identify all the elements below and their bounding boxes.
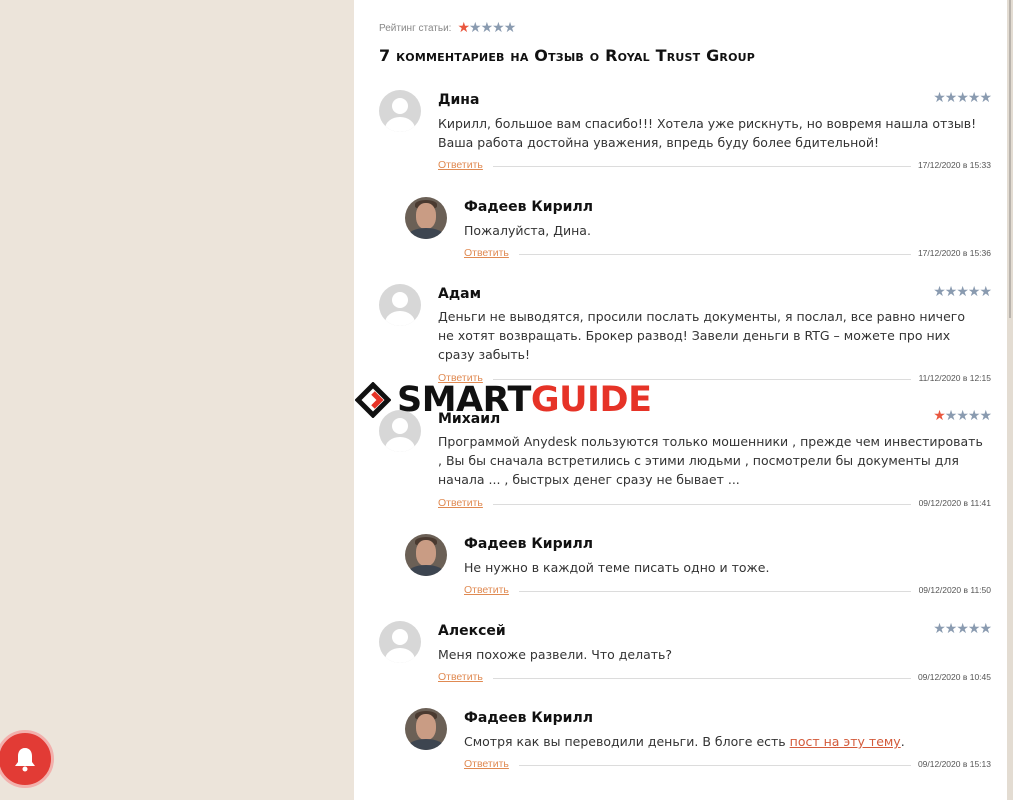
comment-meta: Ответить 17/12/2020 в 15:33 [438, 159, 991, 173]
avatar [379, 284, 421, 326]
comment-text: Деньги не выводятся, просили послать док… [438, 309, 965, 362]
comment-text-after: . [900, 734, 905, 749]
divider [519, 765, 911, 766]
comment-meta: Ответить 09/12/2020 в 10:45 [438, 671, 991, 685]
comment-reply: Фадеев Кирилл Пожалуйста, Дина. Ответить… [405, 197, 991, 262]
comment-text: Меня похоже развели. Что делать? [438, 647, 673, 662]
reply-link[interactable]: Ответить [464, 758, 509, 770]
notification-button[interactable] [0, 730, 54, 788]
comment-author: Адам [438, 286, 482, 302]
comment-text: Пожалуйста, Дина. [464, 223, 591, 238]
comment-date: 17/12/2020 в 15:36 [917, 248, 991, 258]
comment-date: 17/12/2020 в 15:33 [917, 160, 991, 170]
comment-date: 11/12/2020 в 12:15 [918, 373, 991, 383]
comment-stars: ★★★★★ [933, 408, 992, 424]
star-icon[interactable]: ★ [504, 21, 517, 35]
comment-text-before: Смотря как вы переводили деньги. В блоге… [464, 734, 790, 749]
comment-text: Кирилл, большое вам спасибо!!! Хотела уж… [438, 116, 977, 150]
comment-text: Программой Anydesk пользуются только мош… [438, 434, 983, 487]
comment-author: Фадеев Кирилл [464, 710, 593, 726]
comment-date: 09/12/2020 в 11:50 [918, 585, 991, 595]
avatar [405, 197, 447, 239]
article-rating: Рейтинг статьи: ★ ★ ★ ★ ★ [379, 18, 517, 38]
comment: Алексей ★★★★★ Меня похоже развели. Что д… [379, 621, 992, 686]
divider [493, 678, 911, 679]
comment-author: Фадеев Кирилл [464, 199, 593, 215]
avatar [405, 708, 447, 750]
comment-meta: Ответить 17/12/2020 в 15:36 [464, 247, 991, 261]
scrollbar[interactable] [1007, 0, 1013, 800]
reply-link[interactable]: Ответить [438, 497, 483, 509]
comment-author: Дина [438, 92, 480, 108]
divider [519, 591, 911, 592]
comment-author: Алексей [438, 623, 506, 639]
blog-post-link[interactable]: пост на эту тему [790, 734, 901, 749]
reply-link[interactable]: Ответить [464, 247, 509, 259]
star-icon: ★★★★★ [933, 284, 992, 300]
rating-label: Рейтинг статьи: [379, 22, 452, 34]
bell-icon [15, 748, 35, 772]
comment-date: 09/12/2020 в 10:45 [917, 672, 991, 682]
logo-diamond-icon [355, 382, 391, 418]
scrollbar-thumb[interactable] [1009, 0, 1011, 318]
comment-reply: Фадеев Кирилл Не нужно в каждой теме пис… [405, 534, 991, 599]
comment-stars: ★★★★★ [933, 284, 992, 300]
reply-link[interactable]: Ответить [438, 159, 483, 171]
star-icon[interactable]: ★ [457, 21, 470, 35]
comment-meta: Ответить 09/12/2020 в 15:13 [464, 758, 991, 772]
comment-meta: Ответить 09/12/2020 в 11:41 [438, 497, 991, 511]
logo-word-guide: GUIDE [530, 380, 652, 420]
comment-author: Фадеев Кирилл [464, 536, 593, 552]
star-icon: ★★★★★ [933, 621, 992, 637]
comment: Дина ★★★★★ Кирилл, большое вам спасибо!!… [379, 90, 992, 175]
comments-heading: 7 комментариев на Отзыв о Royal Trust Gr… [379, 46, 756, 65]
comment-date: 09/12/2020 в 11:41 [918, 498, 991, 508]
avatar [379, 90, 421, 132]
reply-link[interactable]: Ответить [438, 671, 483, 683]
comment-date: 09/12/2020 в 15:13 [917, 759, 991, 769]
comment-stars: ★★★★★ [933, 621, 992, 637]
comment: Михаил ★★★★★ Программой Anydesk пользуют… [379, 408, 992, 513]
star-icon[interactable]: ★ [492, 21, 505, 35]
rating-stars[interactable]: ★ ★ ★ ★ ★ [457, 21, 517, 35]
reply-link[interactable]: Ответить [464, 584, 509, 596]
comment: Адам ★★★★★ Деньги не выводятся, просили … [379, 284, 992, 389]
divider [493, 504, 911, 505]
divider [519, 254, 911, 255]
star-icon: ★★★★ [944, 408, 992, 424]
divider [493, 166, 911, 167]
avatar [379, 621, 421, 663]
avatar [405, 534, 447, 576]
star-icon: ★★★★★ [933, 90, 992, 106]
comment-reply: Фадеев Кирилл Смотря как вы переводили д… [405, 708, 991, 773]
comment-stars: ★★★★★ [933, 90, 992, 106]
logo-word-smart: SMART [397, 380, 531, 420]
smartguide-watermark-logo: SMARTGUIDE [355, 380, 652, 420]
comment-meta: Ответить 09/12/2020 в 11:50 [464, 584, 991, 598]
comment-text: Не нужно в каждой теме писать одно и тож… [464, 560, 770, 575]
comment-text: Смотря как вы переводили деньги. В блоге… [464, 732, 990, 751]
star-icon: ★ [933, 408, 946, 424]
star-icon[interactable]: ★ [469, 21, 482, 35]
star-icon[interactable]: ★ [481, 21, 494, 35]
